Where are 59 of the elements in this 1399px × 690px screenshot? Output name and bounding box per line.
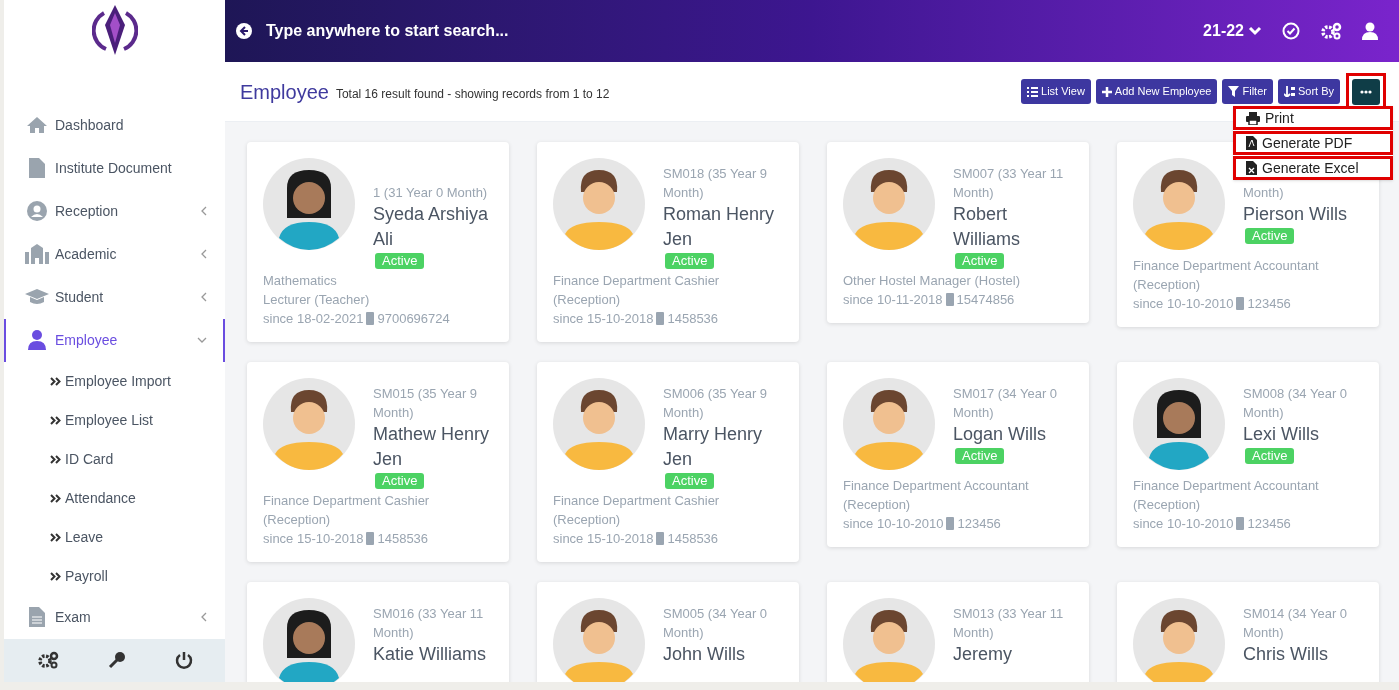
- employee-name: Pierson Wills: [1243, 203, 1348, 226]
- employee-name: Roman Henry Jen: [663, 203, 776, 251]
- employee-code: SM006 (35 Year 9 Month): [663, 385, 769, 422]
- phone-number: 15474856: [956, 291, 1015, 309]
- role-label: Finance Department Cashier (Reception): [263, 492, 431, 529]
- role-label: Finance Department Accountant (Reception): [843, 477, 1030, 514]
- employee-code: SM015 (35 Year 9 Month): [373, 385, 479, 422]
- employee-name: Chris Wills: [1243, 643, 1328, 666]
- employee-code: SM005 (34 Year 0 Month): [663, 605, 769, 642]
- employee-code: SM008 (34 Year 0 Month): [1243, 385, 1349, 422]
- employee-code: Month): [1243, 184, 1285, 202]
- phone-number: 9700696724: [377, 310, 450, 328]
- role-label: Finance Department Cashier (Reception): [553, 272, 721, 309]
- employee-name: Mathew Henry Jen: [373, 423, 491, 471]
- employee-code: 1 (31 Year 0 Month): [373, 184, 489, 202]
- employee-name: Lexi Wills: [1243, 423, 1319, 446]
- page-title: Employee: [240, 79, 329, 105]
- role-label: Finance Department Cashier (Reception): [553, 492, 721, 529]
- since-date: since 10-10-2010: [1133, 295, 1234, 313]
- employee-name: Robert Williams: [953, 203, 1021, 251]
- phone-number: 123456: [957, 515, 1001, 533]
- employee-name: John Wills: [663, 643, 746, 666]
- status-badge: Active: [665, 253, 715, 269]
- employee-name: Katie Williams: [373, 643, 487, 666]
- since-date: since 15-10-2018: [553, 530, 654, 548]
- employee-code: SM018 (35 Year 9 Month): [663, 165, 769, 202]
- status-badge: Active: [955, 448, 1005, 464]
- phone-number: 123456: [1247, 515, 1291, 533]
- phone-number: 123456: [1247, 295, 1291, 313]
- subject-label: Mathematics: [263, 272, 338, 290]
- status-badge: Active: [955, 253, 1005, 269]
- employee-name: Jeremy: [953, 643, 1012, 666]
- status-badge: Active: [665, 473, 715, 489]
- phone-number: 1458536: [667, 310, 719, 328]
- role-label: Other Hostel Manager (Hostel): [843, 272, 1021, 290]
- since-date: since 15-10-2018: [553, 310, 654, 328]
- employee-code: SM017 (34 Year 0 Month): [953, 385, 1059, 422]
- status-badge: Active: [375, 253, 425, 269]
- since-date: since 10-10-2010: [1133, 515, 1234, 533]
- employee-name: Syeda Arshiya Ali: [373, 203, 490, 251]
- status-badge: Active: [375, 473, 425, 489]
- employee-code: SM007 (33 Year 11 Month): [953, 165, 1065, 202]
- result-summary: Total 16 result found - showing records from 1 to 12: [335, 85, 610, 103]
- status-badge: Active: [1245, 448, 1295, 464]
- phone-number: 1458536: [667, 530, 719, 548]
- role-label: Finance Department Accountant (Reception): [1133, 477, 1320, 514]
- role-label: Lecturer (Teacher): [263, 291, 371, 309]
- employee-code: SM013 (33 Year 11 Month): [953, 605, 1065, 642]
- employee-name: Logan Wills: [953, 423, 1047, 446]
- status-badge: Active: [1245, 228, 1295, 244]
- since-date: since 18-02-2021: [263, 310, 364, 328]
- since-date: since 10-11-2018: [843, 291, 943, 309]
- employee-code: SM016 (33 Year 11 Month): [373, 605, 485, 642]
- since-date: since 15-10-2018: [263, 530, 364, 548]
- since-date: since 10-10-2010: [843, 515, 944, 533]
- employee-name: Marry Henry Jen: [663, 423, 763, 471]
- role-label: Finance Department Accountant (Reception): [1133, 257, 1320, 294]
- phone-number: 1458536: [377, 530, 429, 548]
- employee-code: SM014 (34 Year 0 Month): [1243, 605, 1349, 642]
